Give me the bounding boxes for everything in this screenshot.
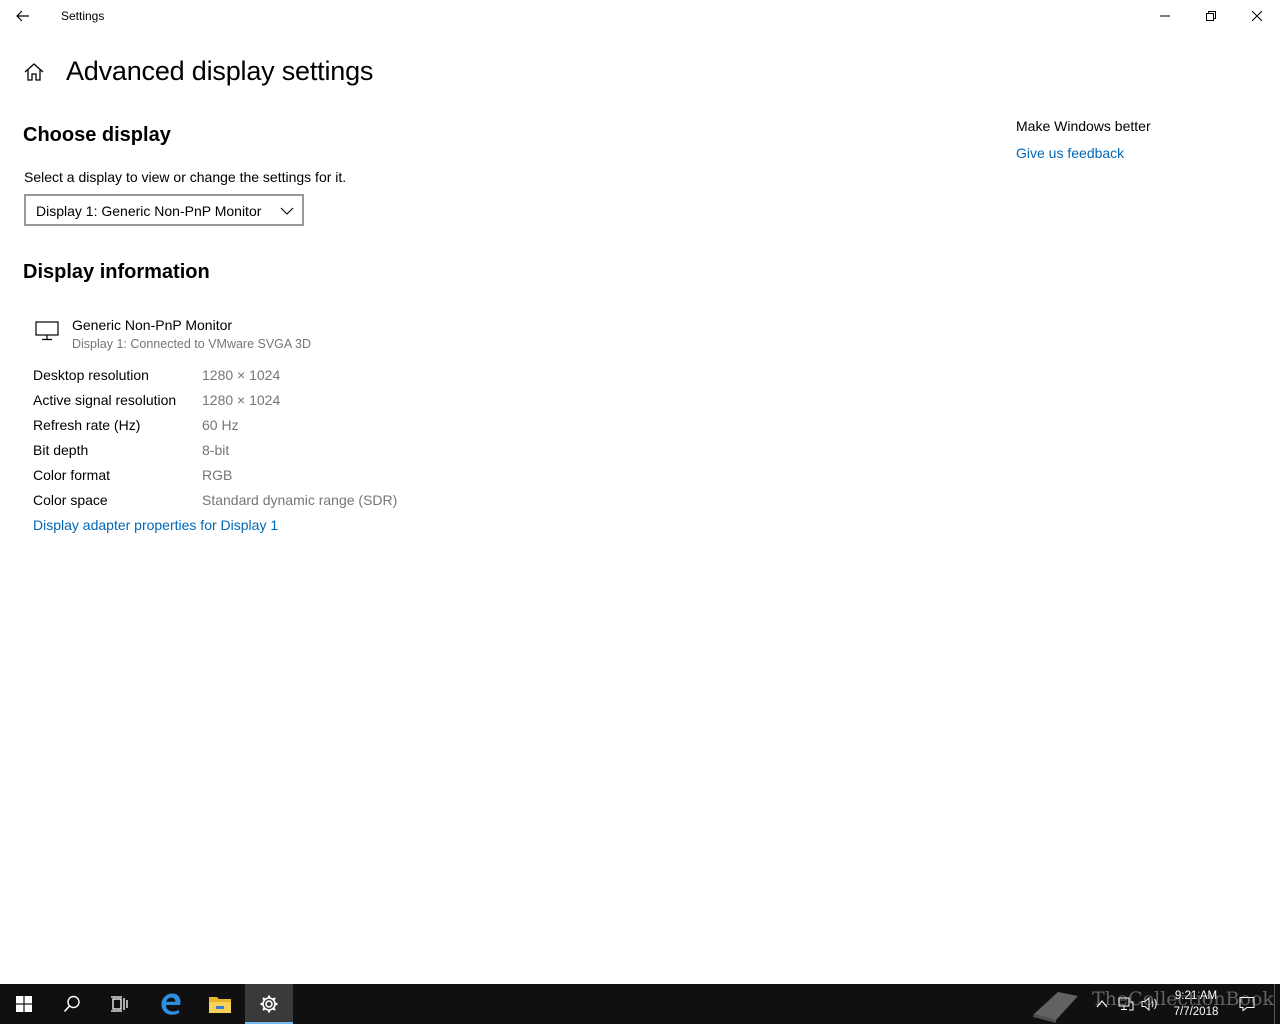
network-tray-button[interactable] [1114, 984, 1138, 1024]
info-value: 60 Hz [202, 417, 239, 433]
home-icon [24, 63, 44, 81]
display-select[interactable]: Display 1: Generic Non-PnP Monitor [24, 194, 304, 226]
info-value: 1280 × 1024 [202, 367, 281, 383]
info-label: Color format [33, 467, 111, 483]
volume-icon [1141, 996, 1157, 1012]
title-bar: Settings [0, 0, 1280, 32]
info-label: Desktop resolution [33, 367, 149, 383]
info-value: 1280 × 1024 [202, 392, 281, 408]
gear-icon [260, 995, 278, 1013]
start-button[interactable] [0, 984, 48, 1024]
chevron-down-icon [280, 207, 294, 215]
window-title: Settings [61, 9, 105, 23]
display-information-heading: Display information [23, 261, 210, 283]
info-row-color-format: Color format RGB [33, 466, 453, 491]
task-view-icon [111, 996, 128, 1012]
folder-icon [209, 997, 231, 1013]
taskbar: 9:21 AM 7/7/2018 [0, 984, 1280, 1024]
minimize-button[interactable] [1142, 0, 1188, 32]
display-info-table: Desktop resolution 1280 × 1024 Active si… [33, 366, 453, 516]
info-row-desktop-resolution: Desktop resolution 1280 × 1024 [33, 366, 453, 391]
windows-logo-icon [16, 996, 32, 1012]
info-value: RGB [202, 467, 233, 483]
show-hidden-icons-button[interactable] [1090, 984, 1114, 1024]
info-row-active-signal-resolution: Active signal resolution 1280 × 1024 [33, 391, 453, 416]
info-label: Refresh rate (Hz) [33, 417, 141, 433]
make-windows-better-heading: Make Windows better [1016, 118, 1151, 134]
search-button[interactable] [48, 984, 96, 1024]
info-value: Standard dynamic range (SDR) [202, 492, 398, 508]
volume-tray-button[interactable] [1138, 984, 1162, 1024]
file-explorer-taskbar-button[interactable] [196, 984, 244, 1024]
close-icon [1252, 11, 1262, 21]
monitor-icon [35, 321, 59, 341]
settings-taskbar-button[interactable] [245, 984, 293, 1024]
info-value: 8-bit [202, 442, 230, 458]
task-view-button[interactable] [96, 984, 144, 1024]
info-row-bit-depth: Bit depth 8-bit [33, 441, 453, 466]
restore-icon [1206, 11, 1216, 21]
monitor-name: Generic Non-PnP Monitor [72, 317, 233, 333]
home-button[interactable] [22, 60, 46, 84]
edge-taskbar-button[interactable] [147, 984, 195, 1024]
clock-date: 7/7/2018 [1173, 1006, 1219, 1018]
display-select-value: Display 1: Generic Non-PnP Monitor [36, 203, 262, 219]
choose-display-description: Select a display to view or change the s… [24, 169, 347, 185]
notification-icon [1239, 997, 1255, 1012]
clock-time: 9:21 AM [1174, 990, 1218, 1002]
display-adapter-properties-link[interactable]: Display adapter properties for Display 1 [33, 517, 278, 533]
info-label: Active signal resolution [33, 392, 177, 408]
chevron-up-icon [1096, 1000, 1108, 1008]
info-row-color-space: Color space Standard dynamic range (SDR) [33, 491, 453, 516]
monitor-connection: Display 1: Connected to VMware SVGA 3D [72, 337, 312, 351]
minimize-icon [1160, 15, 1170, 17]
restore-button[interactable] [1188, 0, 1234, 32]
arrow-left-icon [16, 10, 29, 22]
info-label: Color space [33, 492, 108, 508]
search-icon [63, 995, 80, 1013]
taskbar-clock[interactable]: 9:21 AM 7/7/2018 [1166, 988, 1226, 1020]
choose-display-heading: Choose display [23, 124, 171, 146]
back-button[interactable] [0, 0, 46, 32]
info-row-refresh-rate: Refresh rate (Hz) 60 Hz [33, 416, 453, 441]
info-label: Bit depth [33, 442, 89, 458]
page-title: Advanced display settings [66, 56, 374, 86]
action-center-button[interactable] [1234, 984, 1260, 1024]
network-icon [1118, 997, 1134, 1011]
edge-icon [161, 993, 181, 1015]
show-desktop-button[interactable] [1274, 984, 1280, 1024]
close-button[interactable] [1234, 0, 1280, 32]
give-feedback-link[interactable]: Give us feedback [1016, 145, 1124, 161]
